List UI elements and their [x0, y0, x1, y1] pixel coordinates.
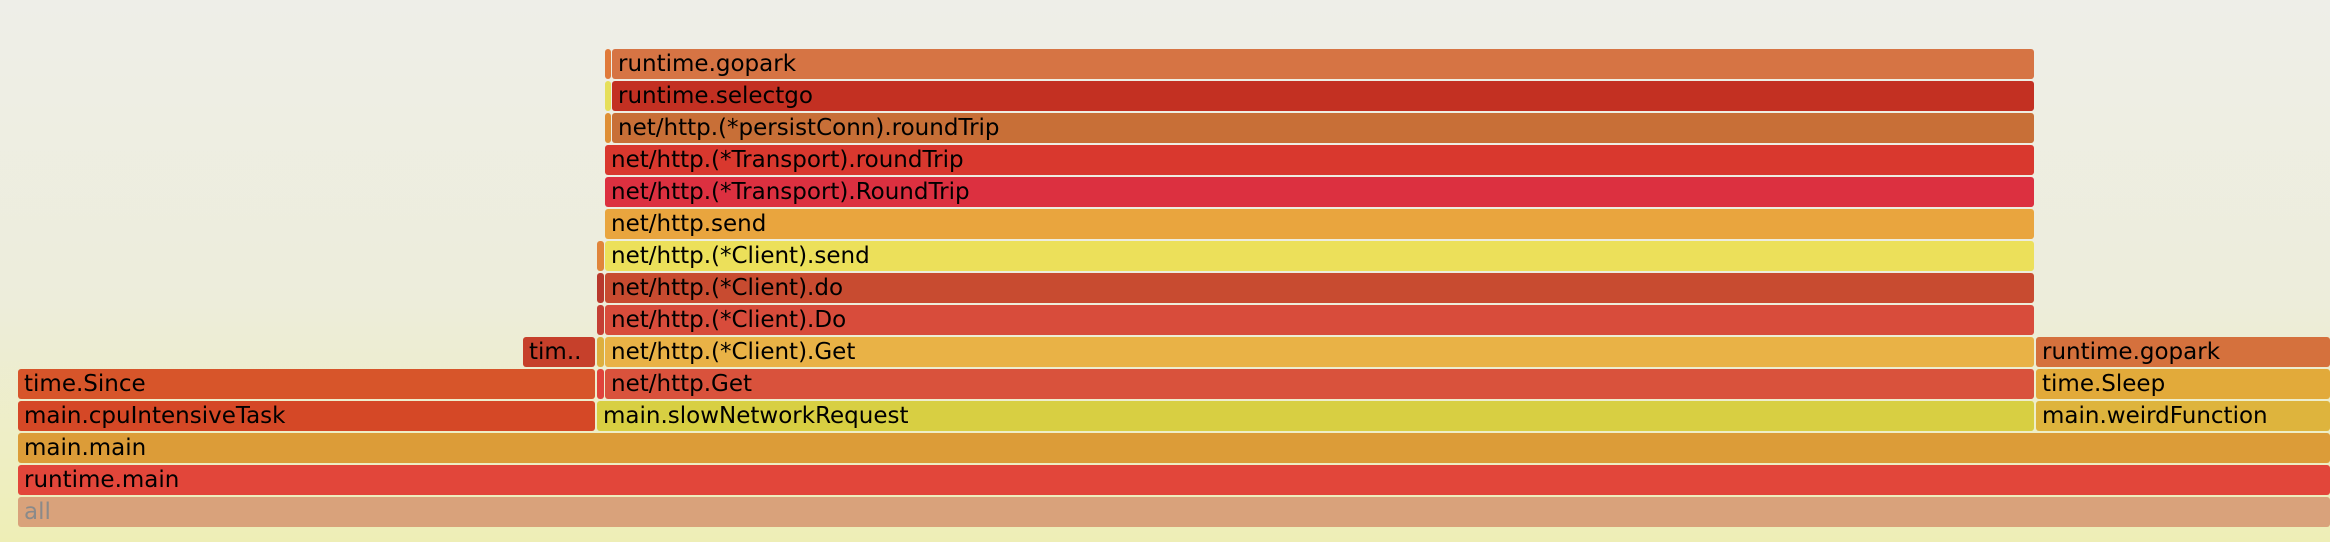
- flame-frame-label: net/http.(*Transport).RoundTrip: [611, 179, 970, 205]
- flame-frame-label: runtime.gopark: [2042, 339, 2221, 365]
- flame-frame[interactable]: main.main: [18, 433, 2330, 463]
- flame-frame[interactable]: main.weirdFunction: [2036, 401, 2330, 431]
- flame-frame-label: tim..: [529, 339, 582, 365]
- flame-frame-label: net/http.send: [611, 211, 767, 237]
- flame-frame[interactable]: net/http.(*Client).send: [605, 241, 2034, 271]
- flame-frame[interactable]: runtime.gopark: [612, 49, 2034, 79]
- flame-frame[interactable]: [605, 81, 611, 111]
- flame-frame-label: all: [24, 499, 51, 525]
- flame-frame[interactable]: [597, 241, 604, 271]
- flame-frame-label: net/http.(*Client).do: [611, 275, 844, 301]
- flame-graph: all runtime.main main.main main.cpuIntensiv…: [0, 0, 2330, 542]
- flame-frame[interactable]: tim..: [523, 337, 595, 367]
- flame-frame[interactable]: net/http.(*persistConn).roundTrip: [612, 113, 2034, 143]
- flame-frame[interactable]: time.Sleep: [2036, 369, 2330, 399]
- flame-frame[interactable]: [605, 113, 611, 143]
- flame-frame[interactable]: [597, 273, 604, 303]
- flame-frame-label: runtime.main: [24, 467, 180, 493]
- flame-frame-label: main.main: [24, 435, 147, 461]
- flame-frame[interactable]: runtime.selectgo: [612, 81, 2034, 111]
- flame-frame[interactable]: net/http.send: [605, 209, 2034, 239]
- flame-frame[interactable]: all: [18, 497, 2330, 527]
- flame-frame[interactable]: net/http.(*Client).Get: [605, 337, 2034, 367]
- flame-frame[interactable]: net/http.(*Transport).RoundTrip: [605, 177, 2034, 207]
- flame-frame-label: runtime.selectgo: [618, 83, 813, 109]
- flame-frame[interactable]: main.slowNetworkRequest: [597, 401, 2034, 431]
- flame-frame[interactable]: net/http.(*Client).Do: [605, 305, 2034, 335]
- flame-frame-label: runtime.gopark: [618, 51, 797, 77]
- flame-frame-label: net/http.(*persistConn).roundTrip: [618, 115, 1000, 141]
- flame-frame[interactable]: [597, 305, 604, 335]
- flame-frame[interactable]: [597, 337, 604, 367]
- flame-frame-label: net/http.Get: [611, 371, 753, 397]
- flame-frame[interactable]: main.cpuIntensiveTask: [18, 401, 595, 431]
- flame-frame-label: main.cpuIntensiveTask: [24, 403, 286, 429]
- flame-frame-label: net/http.(*Client).Get: [611, 339, 856, 365]
- flame-frame[interactable]: [605, 49, 611, 79]
- flame-frame[interactable]: [597, 369, 604, 399]
- flame-frame[interactable]: net/http.Get: [605, 369, 2034, 399]
- flame-frame-label: net/http.(*Client).Do: [611, 307, 847, 333]
- flame-frame[interactable]: net/http.(*Transport).roundTrip: [605, 145, 2034, 175]
- flame-frame-label: time.Since: [24, 371, 146, 397]
- flame-frame-label: net/http.(*Transport).roundTrip: [611, 147, 964, 173]
- flame-frame-label: main.slowNetworkRequest: [603, 403, 909, 429]
- flame-frame[interactable]: runtime.main: [18, 465, 2330, 495]
- flame-frame-label: net/http.(*Client).send: [611, 243, 870, 269]
- flame-frame-label: main.weirdFunction: [2042, 403, 2268, 429]
- flame-frame[interactable]: net/http.(*Client).do: [605, 273, 2034, 303]
- flame-frame[interactable]: time.Since: [18, 369, 595, 399]
- flame-frame[interactable]: runtime.gopark: [2036, 337, 2330, 367]
- flame-frame-label: time.Sleep: [2042, 371, 2166, 397]
